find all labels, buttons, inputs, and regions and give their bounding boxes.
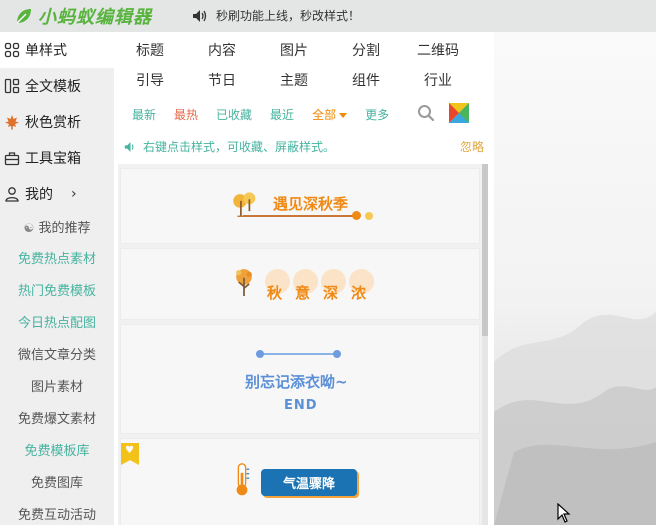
sidebar-sub-my-recommend[interactable]: ☯ 我的推荐 — [0, 212, 114, 244]
sidebar-item-label: 工具宝箱 — [25, 151, 81, 167]
color-palette-icon[interactable] — [449, 103, 469, 123]
ignore-link[interactable]: 忽略 — [460, 138, 484, 155]
category-title[interactable]: 标题 — [114, 40, 186, 60]
user-icon — [5, 187, 19, 202]
top-bar: 小蚂蚁编辑器 秒刷功能上线，秒改样式！ — [0, 0, 656, 32]
grid-icon — [4, 42, 20, 58]
handshake-icon: ☯ — [23, 221, 35, 235]
scrollbar-thumb[interactable] — [482, 164, 488, 336]
filter-more[interactable]: 更多 — [365, 106, 389, 123]
sidebar-item-mine[interactable]: 我的 › — [0, 176, 114, 212]
filter-favorited[interactable]: 已收藏 — [216, 106, 252, 123]
notice-bar: 秒刷功能上线，秒改样式！ — [192, 7, 360, 24]
logo[interactable]: 小蚂蚁编辑器 — [14, 4, 152, 28]
dot — [333, 350, 341, 358]
sidebar-sub-free-activity[interactable]: 免费互动活动 — [0, 500, 114, 525]
sidebar-sub-free-hot-material[interactable]: 免费热点素材 — [0, 244, 114, 276]
background-landscape — [494, 312, 656, 525]
sidebar-item-toolbox[interactable]: 工具宝箱 — [0, 140, 114, 176]
sidebar-sub-free-template-lib[interactable]: 免费模板库 — [0, 436, 114, 468]
card-title: 气温骤降 — [261, 469, 358, 496]
sidebar-sub-wechat-category[interactable]: 微信文章分类 — [0, 340, 114, 372]
style-card[interactable]: 别忘记添衣呦~ END — [120, 324, 480, 434]
tip-bar: 右键点击样式，可收藏、屏蔽样式。 忽略 — [124, 138, 484, 155]
sidebar-sub-today-hot-image[interactable]: 今日热点配图 — [0, 308, 114, 340]
dot — [365, 212, 373, 220]
logo-text: 小蚂蚁编辑器 — [38, 7, 152, 28]
style-card[interactable]: 遇见深秋季 — [120, 168, 480, 244]
search-icon[interactable] — [417, 104, 435, 122]
sidebar: 单样式 全文模板 秋色赏析 工具宝箱 我的 › ☯ 我的推荐 免费热点素材 热门… — [0, 32, 114, 525]
divider-line — [259, 353, 337, 355]
sidebar-sub-free-viral-material[interactable]: 免费爆文素材 — [0, 404, 114, 436]
underline — [243, 215, 355, 217]
sidebar-sub-free-gallery[interactable]: 免费图库 — [0, 468, 114, 500]
scrollbar[interactable] — [482, 164, 488, 525]
sidebar-item-label: 单样式 — [25, 43, 67, 59]
card-title: 遇见深秋季 — [273, 195, 349, 213]
sidebar-item-single-style[interactable]: 单样式 — [0, 32, 114, 68]
category-qrcode[interactable]: 二维码 — [402, 40, 474, 60]
favorite-ribbon-icon: ♥ — [121, 443, 139, 465]
tip-text: 右键点击样式，可收藏、屏蔽样式。 — [143, 140, 336, 154]
dot — [256, 350, 264, 358]
category-grid: 标题 内容 图片 分割 二维码 引导 节日 主题 组件 行业 — [114, 32, 494, 95]
filter-all-dropdown[interactable]: 全部 — [312, 106, 348, 123]
autumn-tree-icon — [233, 192, 263, 217]
style-card[interactable]: ♥ 气温骤降 — [120, 438, 480, 525]
sidebar-item-label: 我的 — [25, 187, 53, 203]
sidebar-item-autumn[interactable]: 秋色赏析 — [0, 104, 114, 140]
chevron-right-icon: › — [71, 186, 77, 202]
caret-down-icon — [339, 112, 348, 118]
sidebar-item-label: 秋色赏析 — [25, 115, 81, 131]
thermometer-icon — [236, 463, 250, 496]
maple-leaf-icon — [5, 115, 19, 130]
style-card[interactable]: 秋 意 深 浓 — [120, 248, 480, 320]
sidebar-sub-image-material[interactable]: 图片素材 — [0, 372, 114, 404]
card-title: 别忘记添衣呦~ — [245, 373, 348, 391]
autumn-tree-icon — [236, 269, 252, 296]
speaker-icon — [193, 9, 207, 22]
background-canvas — [494, 32, 656, 525]
category-theme[interactable]: 主题 — [258, 70, 330, 90]
dot — [352, 211, 361, 220]
leaf-logo-icon — [16, 9, 31, 24]
category-guide[interactable]: 引导 — [114, 70, 186, 90]
category-divider[interactable]: 分割 — [330, 40, 402, 60]
category-content[interactable]: 内容 — [186, 40, 258, 60]
category-holiday[interactable]: 节日 — [186, 70, 258, 90]
filter-recent[interactable]: 最近 — [270, 106, 294, 123]
style-list: 遇见深秋季 秋 意 深 浓 别忘记添衣呦~ END ♥ 气温骤降 — [118, 164, 488, 525]
speaker-icon — [124, 141, 134, 152]
filter-hottest[interactable]: 最热 — [174, 106, 198, 123]
sidebar-item-full-template[interactable]: 全文模板 — [0, 68, 114, 104]
category-industry[interactable]: 行业 — [402, 70, 474, 90]
category-component[interactable]: 组件 — [330, 70, 402, 90]
card-title: 秋 意 深 浓 — [267, 284, 367, 302]
filter-bar: 最新 最热 已收藏 最近 全部 更多 — [114, 102, 494, 126]
sidebar-item-label: 全文模板 — [25, 79, 81, 95]
card-subtitle: END — [284, 398, 318, 413]
category-image[interactable]: 图片 — [258, 40, 330, 60]
sidebar-sub-hot-free-template[interactable]: 热门免费模板 — [0, 276, 114, 308]
notice-text: 秒刷功能上线，秒改样式！ — [216, 9, 361, 23]
style-panel: 标题 内容 图片 分割 二维码 引导 节日 主题 组件 行业 最新 最热 已收藏… — [114, 32, 494, 525]
toolbox-icon — [4, 152, 20, 166]
template-icon — [4, 78, 20, 94]
mouse-cursor-icon — [557, 503, 571, 523]
filter-newest[interactable]: 最新 — [132, 106, 156, 123]
